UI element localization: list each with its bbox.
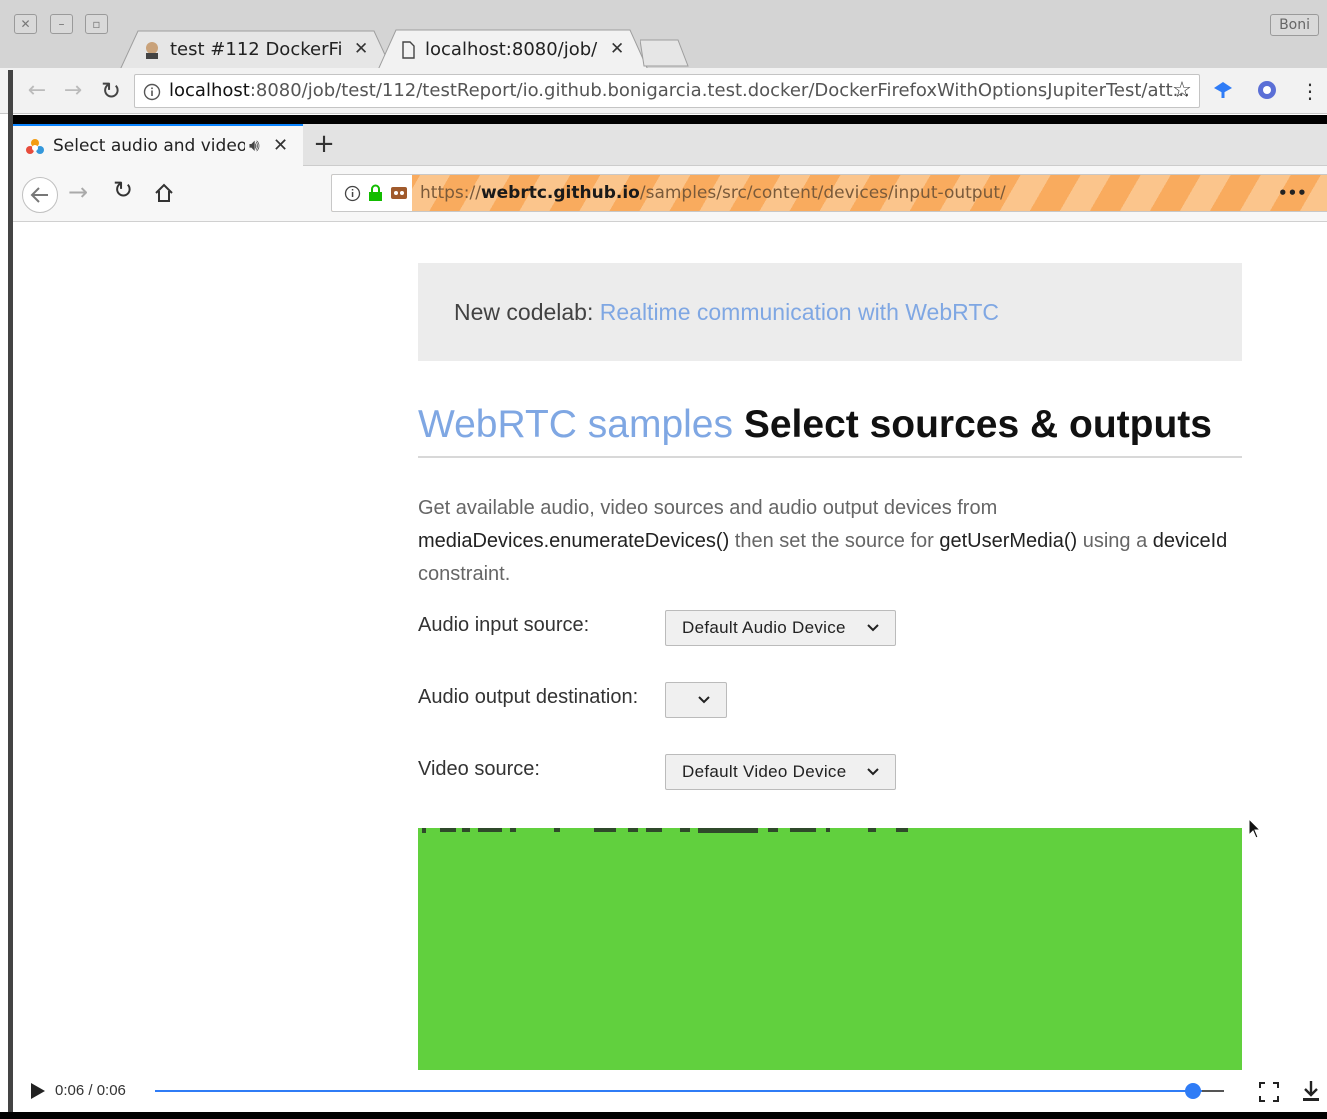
forward-arrow-icon[interactable]: →: [58, 76, 88, 106]
webrtc-samples-link[interactable]: WebRTC samples: [418, 403, 733, 446]
playback-time: 0:06 / 0:06: [55, 1082, 126, 1099]
extension-globe-icon[interactable]: [1256, 79, 1278, 101]
audio-output-select[interactable]: [665, 682, 727, 718]
chrome-tab-localhost[interactable]: localhost:8080/job/ ✕: [378, 29, 648, 70]
info-icon: [143, 83, 161, 101]
chevron-down-icon: [867, 768, 879, 776]
desc-text: Get available audio, video sources and a…: [418, 497, 998, 519]
close-tab-icon[interactable]: ✕: [354, 29, 368, 70]
seek-knob[interactable]: [1185, 1083, 1201, 1099]
minimize-window-icon[interactable]: –: [50, 14, 73, 34]
play-icon[interactable]: [29, 1082, 47, 1100]
back-arrow-icon[interactable]: [21, 176, 59, 214]
desc-code: deviceId: [1152, 530, 1228, 552]
firefox-toolbar: → ↻ https://webrtc.github.io/samples/src…: [13, 166, 1327, 222]
chrome-tab-title: localhost:8080/job/: [425, 39, 598, 60]
close-window-icon[interactable]: ✕: [14, 14, 37, 34]
description: Get available audio, video sources and a…: [418, 492, 1248, 591]
video-source-value: Default Video Device: [682, 762, 847, 781]
recording-bottom-border: [0, 1112, 1327, 1119]
chevron-down-icon: [867, 624, 879, 632]
firefox-tabstrip: Select audio and video 🔊︎ ✕ +: [13, 124, 1327, 166]
video-preview: [418, 828, 1242, 1070]
page-actions-icon[interactable]: •••: [1278, 175, 1307, 211]
mouse-cursor-icon: [1248, 818, 1262, 839]
new-tab-button[interactable]: [640, 38, 690, 68]
audio-output-label: Audio output destination:: [418, 686, 639, 708]
desc-code: mediaDevices.enumerateDevices(): [418, 530, 730, 552]
seek-bar[interactable]: [155, 1090, 1223, 1092]
forward-arrow-icon[interactable]: →: [68, 178, 88, 206]
chrome-address-bar[interactable]: localhost:8080/job/test/112/testReport/i…: [134, 74, 1200, 108]
firefox-address-bar[interactable]: https://webrtc.github.io/samples/src/con…: [331, 174, 1327, 212]
page-heading: WebRTC samples Select sources & outputs: [418, 396, 1242, 458]
page-icon: [402, 41, 415, 59]
close-tab-icon[interactable]: ✕: [610, 29, 624, 70]
new-tab-plus-icon[interactable]: +: [309, 124, 339, 166]
audio-input-value: Default Audio Device: [682, 618, 846, 637]
desc-text: using a: [1077, 530, 1153, 552]
reload-icon[interactable]: ↻: [96, 76, 126, 106]
maximize-window-icon[interactable]: ▫: [85, 14, 108, 34]
chrome-tab-jenkins[interactable]: test #112 DockerFi ✕: [120, 29, 392, 70]
jenkins-icon: [146, 42, 158, 59]
banner-prefix: New codelab:: [454, 299, 600, 325]
audio-input-select[interactable]: Default Audio Device: [665, 610, 896, 646]
firefox-tab-active[interactable]: Select audio and video 🔊︎ ✕: [13, 124, 303, 166]
download-icon[interactable]: [1301, 1080, 1321, 1102]
identity-box[interactable]: [332, 175, 412, 211]
close-tab-icon[interactable]: ✕: [273, 126, 288, 166]
volume-track[interactable]: [1202, 1090, 1224, 1092]
recording-frame-border: [13, 115, 1327, 124]
desc-code: getUserMedia(): [939, 530, 1078, 552]
page-title: Select sources & outputs: [743, 403, 1212, 446]
chrome-tab-title: test #112 DockerFi: [170, 39, 343, 60]
bookmark-star-icon[interactable]: ☆: [1167, 76, 1197, 106]
back-arrow-icon[interactable]: ←: [22, 76, 52, 106]
codelab-banner: New codelab: Realtime communication with…: [418, 263, 1242, 361]
extension-cap-icon[interactable]: [1212, 79, 1234, 101]
url-text: https://webrtc.github.io/samples/src/con…: [420, 183, 1006, 203]
chevron-down-icon: [698, 696, 710, 704]
home-icon[interactable]: [153, 182, 175, 204]
profile-badge[interactable]: Boni: [1270, 14, 1319, 36]
firefox-tab-title: Select audio and video: [53, 136, 245, 156]
fullscreen-icon[interactable]: [1259, 1082, 1279, 1102]
speaker-icon[interactable]: 🔊︎: [249, 126, 260, 166]
webrtc-icon: [26, 139, 44, 154]
video-noise-pattern: [422, 828, 908, 833]
video-source-label: Video source:: [418, 758, 540, 780]
video-source-select[interactable]: Default Video Device: [665, 754, 896, 790]
recording-left-border: [8, 70, 13, 1119]
info-icon: [344, 185, 361, 202]
video-player-controls: 0:06 / 0:06: [13, 1070, 1327, 1112]
desc-text: constraint.: [418, 563, 511, 585]
menu-kebab-icon[interactable]: ⋮: [1295, 76, 1325, 106]
address-text: localhost:8080/job/test/112/testReport/i…: [169, 80, 1190, 101]
robot-remote-control-icon: [391, 187, 407, 199]
chrome-toolbar: ← → ↻ localhost:8080/job/test/112/testRe…: [0, 68, 1327, 114]
lock-icon: [369, 184, 382, 201]
desc-text: then set the source for: [729, 530, 940, 552]
chrome-titlebar: ✕ – ▫ Boni test #112 DockerFi ✕ localhos…: [0, 0, 1327, 70]
audio-input-label: Audio input source:: [418, 614, 590, 636]
codelab-link[interactable]: Realtime communication with WebRTC: [600, 299, 999, 325]
reload-icon[interactable]: ↻: [113, 176, 133, 204]
